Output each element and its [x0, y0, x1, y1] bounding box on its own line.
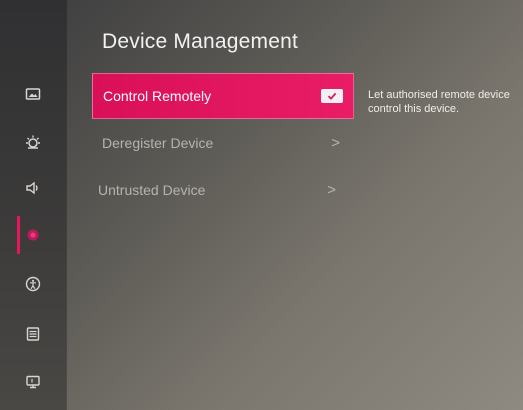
sidebar-item-brightness[interactable] [0, 122, 66, 162]
picture-icon [25, 88, 41, 100]
control-remotely-checkbox[interactable] [321, 89, 343, 103]
page-title: Device Management [102, 30, 298, 53]
monitor-icon [26, 375, 40, 389]
menu-item-deregister-device[interactable]: Deregister Device > [92, 120, 354, 166]
sidebar-item-picture[interactable] [0, 74, 66, 114]
sidebar-item-network[interactable] [0, 215, 66, 255]
chevron-right-icon: > [327, 181, 336, 199]
list-icon [26, 327, 40, 341]
accessibility-icon [25, 276, 41, 292]
brightness-icon [26, 135, 40, 149]
help-description: Let authorised remote device control thi… [368, 89, 510, 115]
menu-item-label: Untrusted Device [98, 182, 206, 198]
menu-item-control-remotely[interactable]: Control Remotely [92, 73, 354, 119]
menu-item-untrusted-device[interactable]: Untrusted Device > [88, 167, 350, 213]
sidebar-item-support[interactable] [0, 362, 66, 402]
chevron-right-icon: > [331, 134, 340, 152]
speaker-icon [26, 181, 38, 195]
sidebar-item-general[interactable] [0, 314, 66, 354]
menu-item-label: Deregister Device [102, 135, 214, 151]
sidebar-item-sound[interactable] [0, 168, 66, 208]
sidebar-item-accessibility[interactable] [0, 264, 66, 304]
active-indicator [17, 216, 20, 254]
checkmark-icon [327, 92, 337, 100]
menu-item-label: Control Remotely [103, 88, 212, 104]
settings-sidebar [0, 0, 66, 410]
sidebar-divider [66, 0, 67, 410]
network-icon [27, 229, 39, 241]
